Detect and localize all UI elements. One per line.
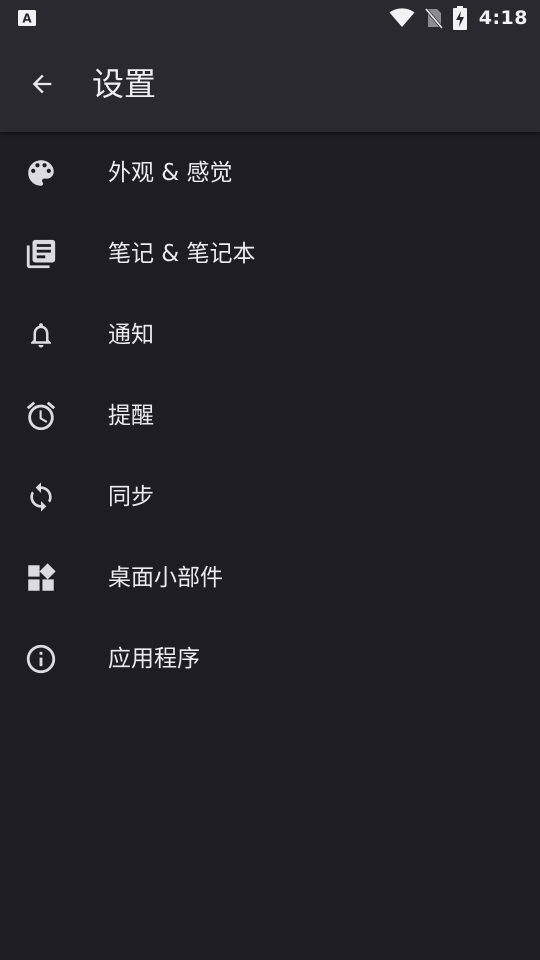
info-icon [24, 642, 58, 676]
svg-text:A: A [22, 12, 32, 26]
page-title: 设置 [92, 65, 157, 103]
palette-icon [24, 156, 58, 190]
status-bar: A 4:18 [0, 0, 540, 36]
toolbar: 设置 [0, 36, 540, 132]
a-notification-icon: A [18, 10, 36, 26]
settings-item-label: 笔记 & 笔记本 [108, 241, 256, 267]
status-time: 4:18 [478, 7, 528, 29]
library-books-icon [24, 237, 58, 271]
status-icons: 4:18 [389, 0, 528, 36]
back-button[interactable] [18, 60, 66, 108]
widgets-icon [24, 561, 58, 595]
settings-item-reminders[interactable]: 提醒 [0, 375, 540, 456]
settings-item-label: 外观 & 感觉 [108, 160, 233, 186]
settings-item-label: 通知 [108, 322, 154, 348]
bell-icon [24, 318, 58, 352]
settings-item-label: 桌面小部件 [108, 565, 223, 591]
arrow-back-icon [32, 74, 52, 94]
settings-item-appearance[interactable]: 外观 & 感觉 [0, 132, 540, 213]
settings-list: 外观 & 感觉 笔记 & 笔记本 通知 提醒 同步 桌面小部件 应用程序 [0, 132, 540, 699]
settings-item-application[interactable]: 应用程序 [0, 618, 540, 699]
settings-item-widgets[interactable]: 桌面小部件 [0, 537, 540, 618]
sync-icon [24, 480, 58, 514]
settings-item-sync[interactable]: 同步 [0, 456, 540, 537]
no-sim-icon [424, 8, 443, 29]
settings-item-notifications[interactable]: 通知 [0, 294, 540, 375]
settings-item-notes[interactable]: 笔记 & 笔记本 [0, 213, 540, 294]
alarm-icon [24, 399, 58, 433]
battery-charging-icon [452, 6, 467, 30]
wifi-icon [389, 8, 415, 27]
settings-item-label: 提醒 [108, 403, 154, 429]
settings-item-label: 同步 [108, 484, 154, 510]
settings-item-label: 应用程序 [108, 646, 200, 672]
